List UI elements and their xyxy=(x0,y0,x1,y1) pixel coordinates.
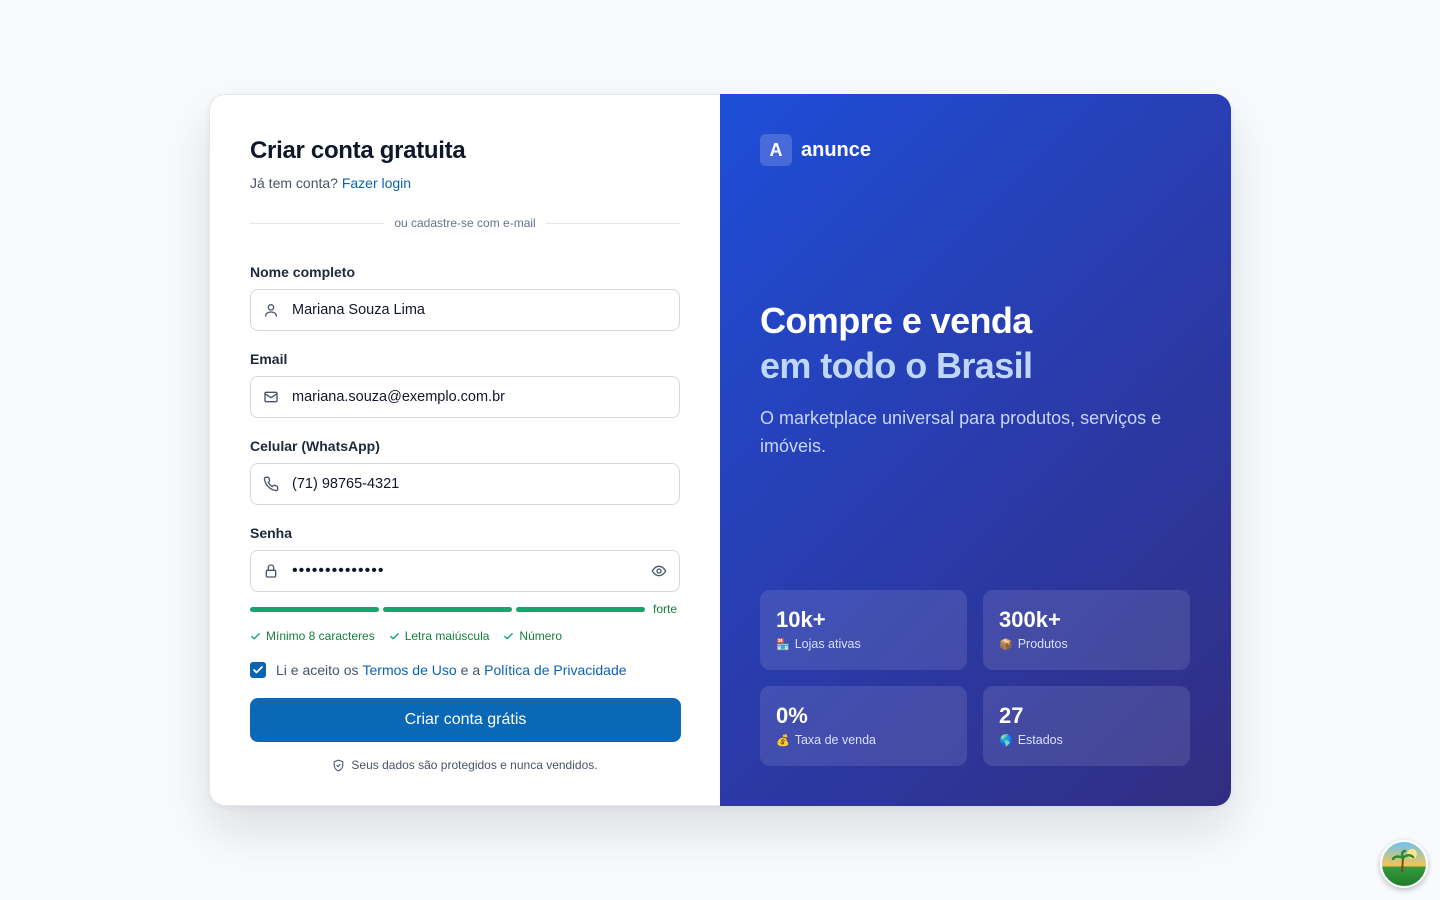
stat-value: 300k+ xyxy=(999,607,1061,632)
stat-label-row: 💰 Taxa de venda xyxy=(776,733,951,747)
phone-label: Celular (WhatsApp) xyxy=(250,438,380,454)
privacy-policy-link[interactable]: Política de Privacidade xyxy=(484,662,626,678)
stat-value: 10k+ xyxy=(776,607,826,632)
login-prompt: Já tem conta? Fazer login xyxy=(250,175,680,191)
strength-segment xyxy=(516,606,645,612)
requirement-item: Letra maiúscula xyxy=(389,629,490,643)
signup-form-panel: Criar conta gratuita Já tem conta? Fazer… xyxy=(209,94,720,806)
password-input[interactable]: •••••••••••••• xyxy=(250,550,680,592)
security-note: Seus dados são protegidos e nunca vendid… xyxy=(250,758,680,772)
terms-middle: e a xyxy=(460,662,481,678)
requirement-item: Mínimo 8 caracteres xyxy=(250,629,375,643)
mail-icon xyxy=(264,391,278,403)
divider-line-right xyxy=(545,222,681,224)
lock-icon xyxy=(265,564,277,578)
stat-label-row: 🌎 Estados xyxy=(999,733,1174,747)
headline-line-2: em todo o Brasil xyxy=(760,345,1033,386)
headline-line-1: Compre e venda xyxy=(760,300,1032,341)
requirement-text: Mínimo 8 caracteres xyxy=(266,629,375,643)
terms-prefix: Li e aceito os xyxy=(276,662,359,678)
user-icon xyxy=(265,304,277,317)
name-field-group: Nome completo Mariana Souza Lima xyxy=(250,264,680,331)
login-prompt-text: Já tem conta? xyxy=(250,175,338,191)
strength-segment xyxy=(250,606,379,612)
divider-text: ou cadastre-se com e-mail xyxy=(394,216,536,230)
stat-label-row: 🏪 Lojas ativas xyxy=(776,637,951,651)
stat-value: 27 xyxy=(999,703,1024,728)
stat-card: 300k+ 📦 Produtos xyxy=(983,590,1190,670)
stat-value: 0% xyxy=(776,703,808,728)
stats-grid: 10k+ 🏪 Lojas ativas 300k+ 📦 Produtos 0% … xyxy=(760,590,1190,766)
stat-label: Taxa de venda xyxy=(794,733,877,747)
name-input[interactable]: Mariana Souza Lima xyxy=(250,289,680,331)
login-link[interactable]: Fazer login xyxy=(342,175,411,191)
divider-line-left xyxy=(250,222,385,224)
strength-label: forte xyxy=(653,602,678,616)
money-bag-icon: 💰 xyxy=(776,734,790,747)
stat-label: Lojas ativas xyxy=(794,637,861,651)
terms-checkbox[interactable] xyxy=(250,662,266,678)
create-account-button[interactable]: Criar conta grátis xyxy=(250,698,681,742)
phone-field-group: Celular (WhatsApp) (71) 98765-4321 xyxy=(250,438,680,505)
check-icon xyxy=(251,632,260,639)
name-label: Nome completo xyxy=(250,264,356,280)
requirement-text: Letra maiúscula xyxy=(404,629,490,643)
package-icon: 📦 xyxy=(999,638,1013,651)
stat-card: 27 🌎 Estados xyxy=(983,686,1190,766)
stat-label: Estados xyxy=(1017,733,1063,747)
stat-label: Produtos xyxy=(1017,637,1068,651)
phone-input[interactable]: (71) 98765-4321 xyxy=(250,463,680,505)
brand-name: anunce xyxy=(801,138,872,161)
eye-icon[interactable] xyxy=(651,563,667,579)
stat-card: 0% 💰 Taxa de venda xyxy=(760,686,967,766)
brand-panel: A anunce Compre e venda em todo o Brasil… xyxy=(720,94,1231,806)
email-field-group: Email mariana.souza@exemplo.com.br xyxy=(250,351,680,418)
shield-check-icon xyxy=(334,759,344,771)
signup-card: Criar conta gratuita Já tem conta? Fazer… xyxy=(209,94,1231,806)
hero: Compre e venda em todo o Brasil O market… xyxy=(760,298,1200,460)
island-icon xyxy=(1391,849,1417,873)
requirement-item: Número xyxy=(503,629,562,643)
phone-value: (71) 98765-4321 xyxy=(292,476,400,492)
globe-icon: 🌎 xyxy=(999,734,1013,747)
name-value: Mariana Souza Lima xyxy=(292,302,425,318)
password-requirements: Mínimo 8 caracteres Letra maiúscula Núme… xyxy=(250,629,680,643)
email-divider: ou cadastre-se com e-mail xyxy=(250,216,681,230)
logo-mark: A xyxy=(760,134,792,166)
checkmark-icon xyxy=(253,666,263,674)
requirement-text: Número xyxy=(519,629,563,643)
password-strength-meter: forte xyxy=(250,602,680,616)
password-value: •••••••••••••• xyxy=(292,562,385,579)
store-icon: 🏪 xyxy=(776,638,790,651)
email-label: Email xyxy=(250,351,288,367)
strength-segment xyxy=(383,606,512,612)
phone-icon xyxy=(263,476,279,492)
password-label: Senha xyxy=(250,525,293,541)
floating-assistant-avatar[interactable] xyxy=(1380,840,1428,888)
stat-label-row: 📦 Produtos xyxy=(999,637,1174,651)
hero-description: O marketplace universal para produtos, s… xyxy=(760,408,1162,456)
brand-logo: A anunce xyxy=(760,134,1191,166)
password-field-group: Senha •••••••••••••• forte Mínimo 8 cara… xyxy=(250,525,680,643)
email-value: mariana.souza@exemplo.com.br xyxy=(292,389,505,405)
stat-card: 10k+ 🏪 Lojas ativas xyxy=(760,590,967,670)
email-input[interactable]: mariana.souza@exemplo.com.br xyxy=(250,376,680,418)
security-note-text: Seus dados são protegidos e nunca vendid… xyxy=(351,758,598,772)
terms-of-use-link[interactable]: Termos de Uso xyxy=(363,662,457,678)
terms-row: Li e aceito os Termos de Uso e a Polític… xyxy=(250,662,680,678)
check-icon xyxy=(389,632,399,639)
page-title: Criar conta gratuita xyxy=(250,137,466,164)
check-icon xyxy=(504,632,514,639)
